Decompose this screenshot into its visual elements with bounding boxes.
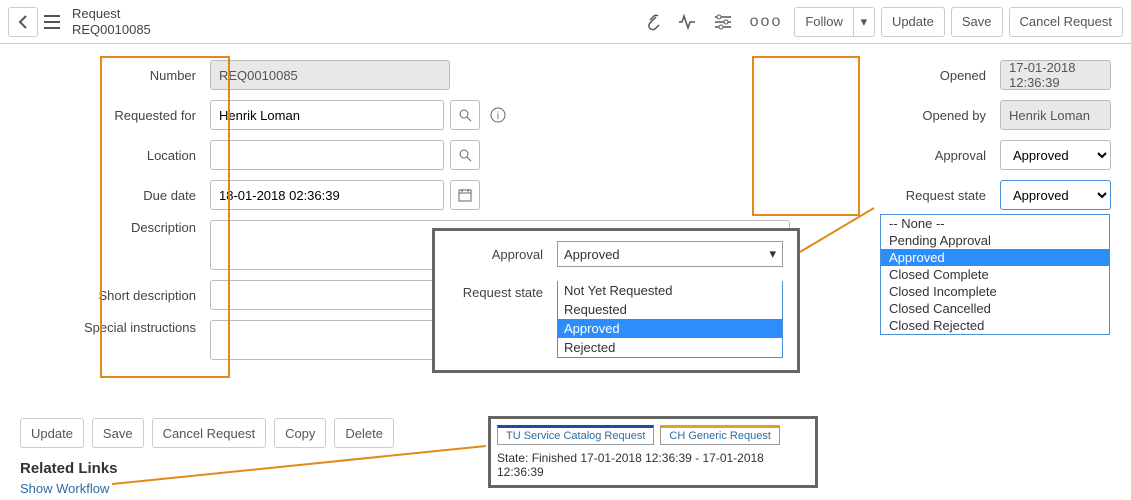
special-instructions-label: Special instructions: [20, 320, 210, 335]
due-date-input[interactable]: [210, 180, 444, 210]
dropdown-option[interactable]: Closed Rejected: [881, 317, 1109, 334]
cancel-request-button-bottom[interactable]: Cancel Request: [152, 418, 267, 448]
request-state-select[interactable]: Approved: [1000, 180, 1111, 210]
delete-button[interactable]: Delete: [334, 418, 394, 448]
follow-button[interactable]: Follow: [794, 7, 853, 37]
update-button[interactable]: Update: [881, 7, 945, 37]
overlay-approval-select[interactable]: Approved▾: [557, 241, 783, 267]
opened-by-field: Henrik Loman: [1000, 100, 1111, 130]
due-date-label: Due date: [20, 188, 210, 203]
more-icon[interactable]: ooo: [744, 13, 789, 31]
settings-icon[interactable]: [708, 14, 738, 30]
number-field: REQ0010085: [210, 60, 450, 90]
location-label: Location: [20, 148, 210, 163]
dropdown-option[interactable]: Approved: [881, 249, 1109, 266]
workflow-state: State: Finished 17-01-2018 12:36:39 - 17…: [497, 451, 809, 479]
dropdown-option[interactable]: Pending Approval: [881, 232, 1109, 249]
save-button-bottom[interactable]: Save: [92, 418, 144, 448]
lookup-icon[interactable]: [450, 140, 480, 170]
attachment-icon[interactable]: [638, 13, 666, 31]
location-input[interactable]: [210, 140, 444, 170]
menu-icon[interactable]: [38, 15, 66, 29]
request-state-label: Request state: [870, 188, 1000, 203]
opened-by-label: Opened by: [870, 108, 1000, 123]
dropdown-option[interactable]: Closed Complete: [881, 266, 1109, 283]
short-description-label: Short description: [20, 288, 210, 303]
dropdown-option[interactable]: Closed Incomplete: [881, 283, 1109, 300]
number-label: Number: [20, 68, 210, 83]
record-title: Request REQ0010085: [72, 6, 151, 37]
request-state-dropdown[interactable]: -- None --Pending ApprovalApprovedClosed…: [880, 214, 1110, 335]
dropdown-option[interactable]: Not Yet Requested: [558, 281, 782, 300]
follow-dropdown[interactable]: ▾: [853, 7, 875, 37]
activity-icon[interactable]: [672, 14, 702, 30]
overlay-state-options[interactable]: Not Yet RequestedRequestedApprovedReject…: [557, 281, 783, 358]
requested-for-label: Requested for: [20, 108, 210, 123]
dropdown-option[interactable]: Approved: [558, 319, 782, 338]
approval-select[interactable]: Approved: [1000, 140, 1111, 170]
requested-for-input[interactable]: [210, 100, 444, 130]
save-button[interactable]: Save: [951, 7, 1003, 37]
description-label: Description: [20, 220, 210, 235]
approval-label: Approval: [870, 148, 1000, 163]
copy-button[interactable]: Copy: [274, 418, 326, 448]
overlay-approval-state: Approval Approved▾ Request state Not Yet…: [432, 228, 800, 373]
dropdown-option[interactable]: Closed Cancelled: [881, 300, 1109, 317]
cancel-request-button[interactable]: Cancel Request: [1009, 7, 1124, 37]
show-workflow-link[interactable]: Show Workflow: [20, 481, 109, 496]
dropdown-option[interactable]: Requested: [558, 300, 782, 319]
opened-label: Opened: [870, 68, 1000, 83]
back-button[interactable]: [8, 7, 38, 37]
overlay-workflow: TU Service Catalog Request CH Generic Re…: [488, 416, 818, 488]
update-button-bottom[interactable]: Update: [20, 418, 84, 448]
workflow-tab-2[interactable]: CH Generic Request: [660, 425, 780, 445]
dropdown-option[interactable]: Rejected: [558, 338, 782, 357]
lookup-icon[interactable]: [450, 100, 480, 130]
dropdown-option[interactable]: -- None --: [881, 215, 1109, 232]
info-icon[interactable]: i: [486, 100, 510, 130]
opened-field: 17-01-2018 12:36:39: [1000, 60, 1111, 90]
svg-text:i: i: [497, 111, 499, 122]
related-links-heading: Related Links: [20, 460, 118, 477]
calendar-icon[interactable]: [450, 180, 480, 210]
workflow-tab-1[interactable]: TU Service Catalog Request: [497, 425, 654, 445]
